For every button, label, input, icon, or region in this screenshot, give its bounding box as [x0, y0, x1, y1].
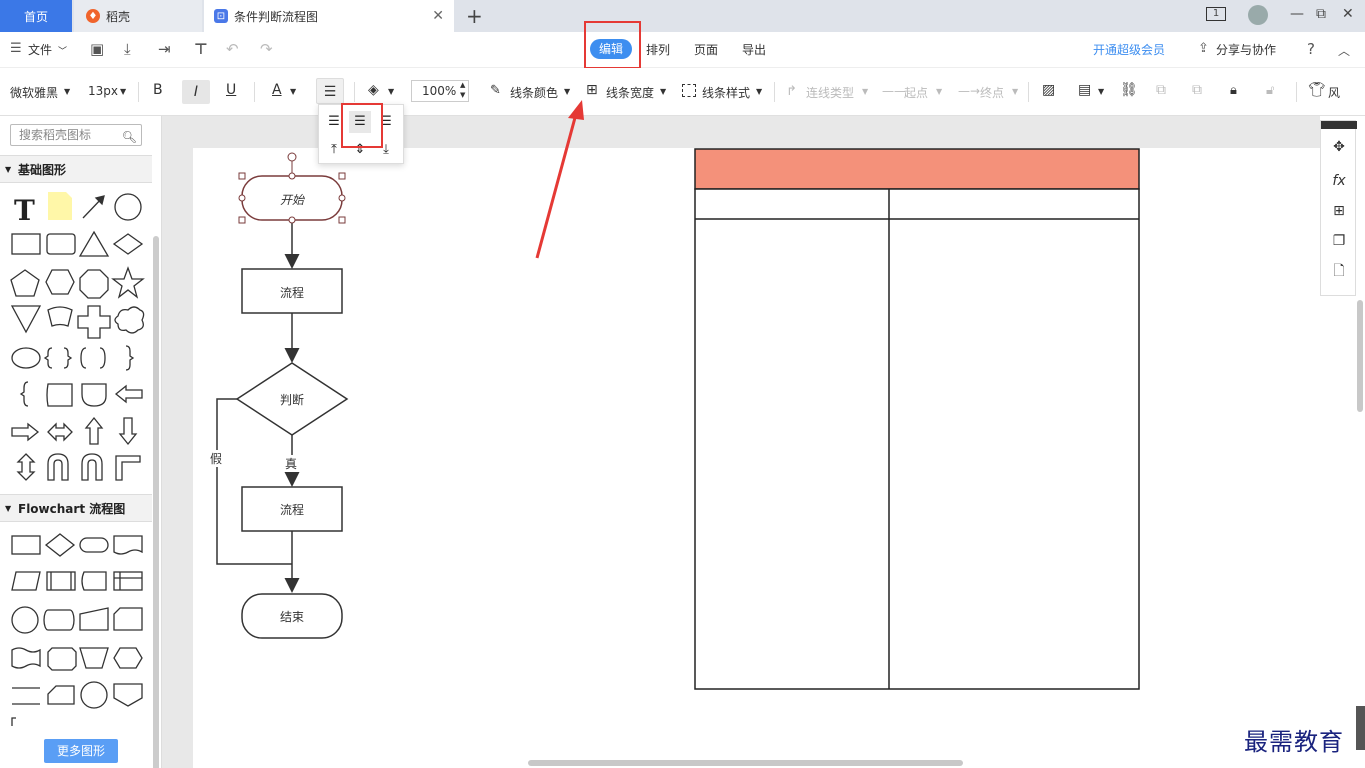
table-header — [694, 148, 1140, 190]
flow-process-label-2: 流程 — [279, 503, 304, 517]
navigator-icon[interactable]: ✥ — [1329, 137, 1349, 157]
vertical-scrollbar[interactable] — [1357, 300, 1363, 412]
watermark-logo: 最需教育 — [1244, 728, 1344, 756]
flow-end-label: 结束 — [279, 610, 304, 624]
annotation-arrow — [535, 100, 584, 259]
page-settings-icon[interactable]: ⊞ — [1329, 201, 1349, 221]
document-icon[interactable]: 🗋︎ — [1329, 261, 1349, 281]
right-tool-column: ✥ fx ⊞ ❐ 🗋︎ — [1320, 120, 1357, 296]
copy-pages-icon[interactable]: ❐ — [1329, 231, 1349, 251]
table-body — [694, 188, 1140, 690]
flow-true-label: 真 — [285, 455, 298, 472]
flow-process-label-1: 流程 — [279, 286, 304, 300]
flow-false-label: 假 — [210, 450, 223, 467]
side-widget[interactable] — [1356, 706, 1365, 750]
diagram-layer — [216, 100, 1140, 690]
formula-icon[interactable]: fx — [1329, 171, 1349, 191]
swimlane-table — [694, 148, 1140, 690]
flow-start-label: 开始 — [279, 193, 304, 207]
flow-decision-label: 判断 — [279, 393, 304, 407]
align-center-highlight — [341, 103, 383, 148]
right-column-header — [1321, 121, 1357, 129]
horizontal-scrollbar[interactable] — [528, 760, 963, 766]
